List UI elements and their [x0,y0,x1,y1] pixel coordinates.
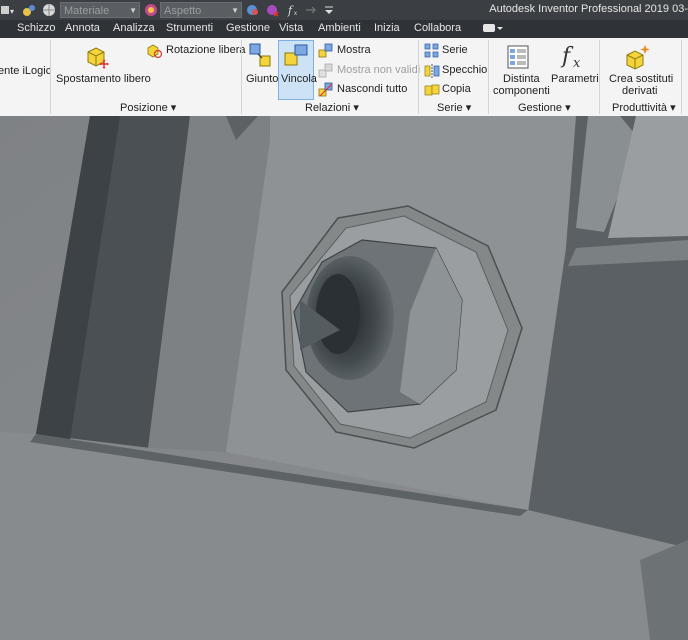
svg-text:x: x [573,56,581,71]
bill-of-materials-icon [507,45,529,69]
clear-appearance-icon[interactable] [266,3,280,17]
pattern-icon [424,43,439,58]
model-viewport[interactable] [0,116,688,640]
tab-schizzo[interactable]: Schizzo [17,22,56,34]
appearance-icon[interactable] [144,3,158,17]
adjust-appearance-icon[interactable] [246,3,260,17]
mirror-icon [424,64,440,78]
bom-label-line2[interactable]: componenti [493,85,550,97]
divider [50,40,51,114]
bore-depth [316,274,360,354]
show-button[interactable]: Mostra [337,44,371,56]
app-title: Autodesk Inventor Professional 2019 03- [489,3,688,15]
tab-collabora[interactable]: Collabora [414,22,461,34]
serie-label: Serie [437,102,463,114]
tab-overflow-icon[interactable] [482,21,504,38]
title-bar: ▾ Materiale ▼ Aspetto ▼ fx Autodesk Invent… [0,0,688,20]
properties-icon[interactable] [22,3,36,17]
tab-analizza[interactable]: Analizza [113,22,155,34]
chevron-down-icon: ▼ [129,6,137,15]
hide-all-button[interactable]: Nascondi tutto [337,83,407,95]
tab-inizia[interactable]: Inizia [374,22,400,34]
parameters-button[interactable]: Parametri [551,73,599,85]
divider [241,40,242,114]
relazioni-panel-title[interactable]: Relazioni ▾ [305,101,359,114]
show-icon [318,43,333,58]
joint-button[interactable]: Giunto [246,73,278,85]
pattern-button[interactable]: Serie [442,44,468,56]
chevron-down-icon: ▾ [565,102,571,114]
ribbon: ente iLogic Spostamento libero Rotazione… [0,38,688,117]
tab-ambienti[interactable]: Ambienti [318,22,361,34]
create-substitute-line2[interactable]: derivati [622,85,657,97]
free-rotate-icon [147,44,163,59]
create-substitute-icon [626,45,650,70]
divider [418,40,419,114]
quick-access-icon[interactable]: ▾ [0,3,14,17]
appearance-combo-value: Aspetto [164,5,202,17]
joint-icon [249,43,271,67]
divider [488,40,489,114]
fx-icon[interactable]: fx [286,3,300,17]
tab-vista[interactable]: Vista [279,22,303,34]
free-move-icon [87,47,109,69]
gestione-label: Gestione [518,102,563,114]
show-invalid-button[interactable]: Mostra non validi [337,64,420,76]
create-substitute-line1[interactable]: Crea sostituti [609,73,673,85]
hide-all-icon [318,82,333,97]
bom-label-line1[interactable]: Distinta [503,73,540,85]
divider [599,40,600,114]
gestione-panel-title[interactable]: Gestione ▾ [518,101,571,114]
customize-dropdown-icon[interactable] [322,3,336,17]
show-invalid-icon [318,63,333,78]
constrain-icon [284,44,308,66]
material-combo-value: Materiale [64,5,110,17]
free-move-button[interactable]: Spostamento libero [56,73,151,85]
svg-text:f: f [287,4,294,17]
produttivita-label: Produttività [612,102,668,114]
parameters-fx-icon: f x [560,44,581,71]
tab-annota[interactable]: Annota [65,22,100,34]
copy-icon [424,84,440,96]
cad-model-render[interactable] [0,116,688,640]
posizione-panel-title[interactable]: Posizione ▾ [120,101,176,114]
chevron-down-icon: ▾ [170,102,177,114]
divider [681,40,682,114]
produttivita-panel-title[interactable]: Produttività ▾ [612,101,676,114]
constrain-label: Vincola [281,73,317,85]
copy-button[interactable]: Copia [442,83,471,95]
globe-icon[interactable] [42,3,56,17]
mirror-button[interactable]: Specchio [442,64,487,76]
relazioni-label: Relazioni [305,102,351,114]
tab-strumenti[interactable]: Strumenti [166,22,213,34]
material-combo[interactable]: Materiale ▼ [60,2,140,18]
serie-panel-title[interactable]: Serie ▾ [437,101,471,114]
chevron-down-icon: ▾ [353,102,359,114]
tab-gestione[interactable]: Gestione [226,22,270,34]
svg-text:x: x [294,11,297,17]
chevron-down-icon: ▾ [670,102,676,114]
svg-text:▾: ▾ [10,7,14,16]
ribbon-tab-bar: Schizzo Annota Analizza Strumenti Gestio… [0,20,688,38]
ilogic-label[interactable]: ente iLogic [0,65,51,77]
svg-text:f: f [560,44,574,69]
chevron-down-icon: ▾ [465,102,472,114]
free-rotate-button[interactable]: Rotazione libera [166,44,246,56]
chevron-down-icon: ▼ [231,6,239,15]
posizione-label: Posizione [120,102,168,114]
arrow-icon[interactable] [304,3,318,17]
appearance-combo[interactable]: Aspetto ▼ [160,2,242,18]
